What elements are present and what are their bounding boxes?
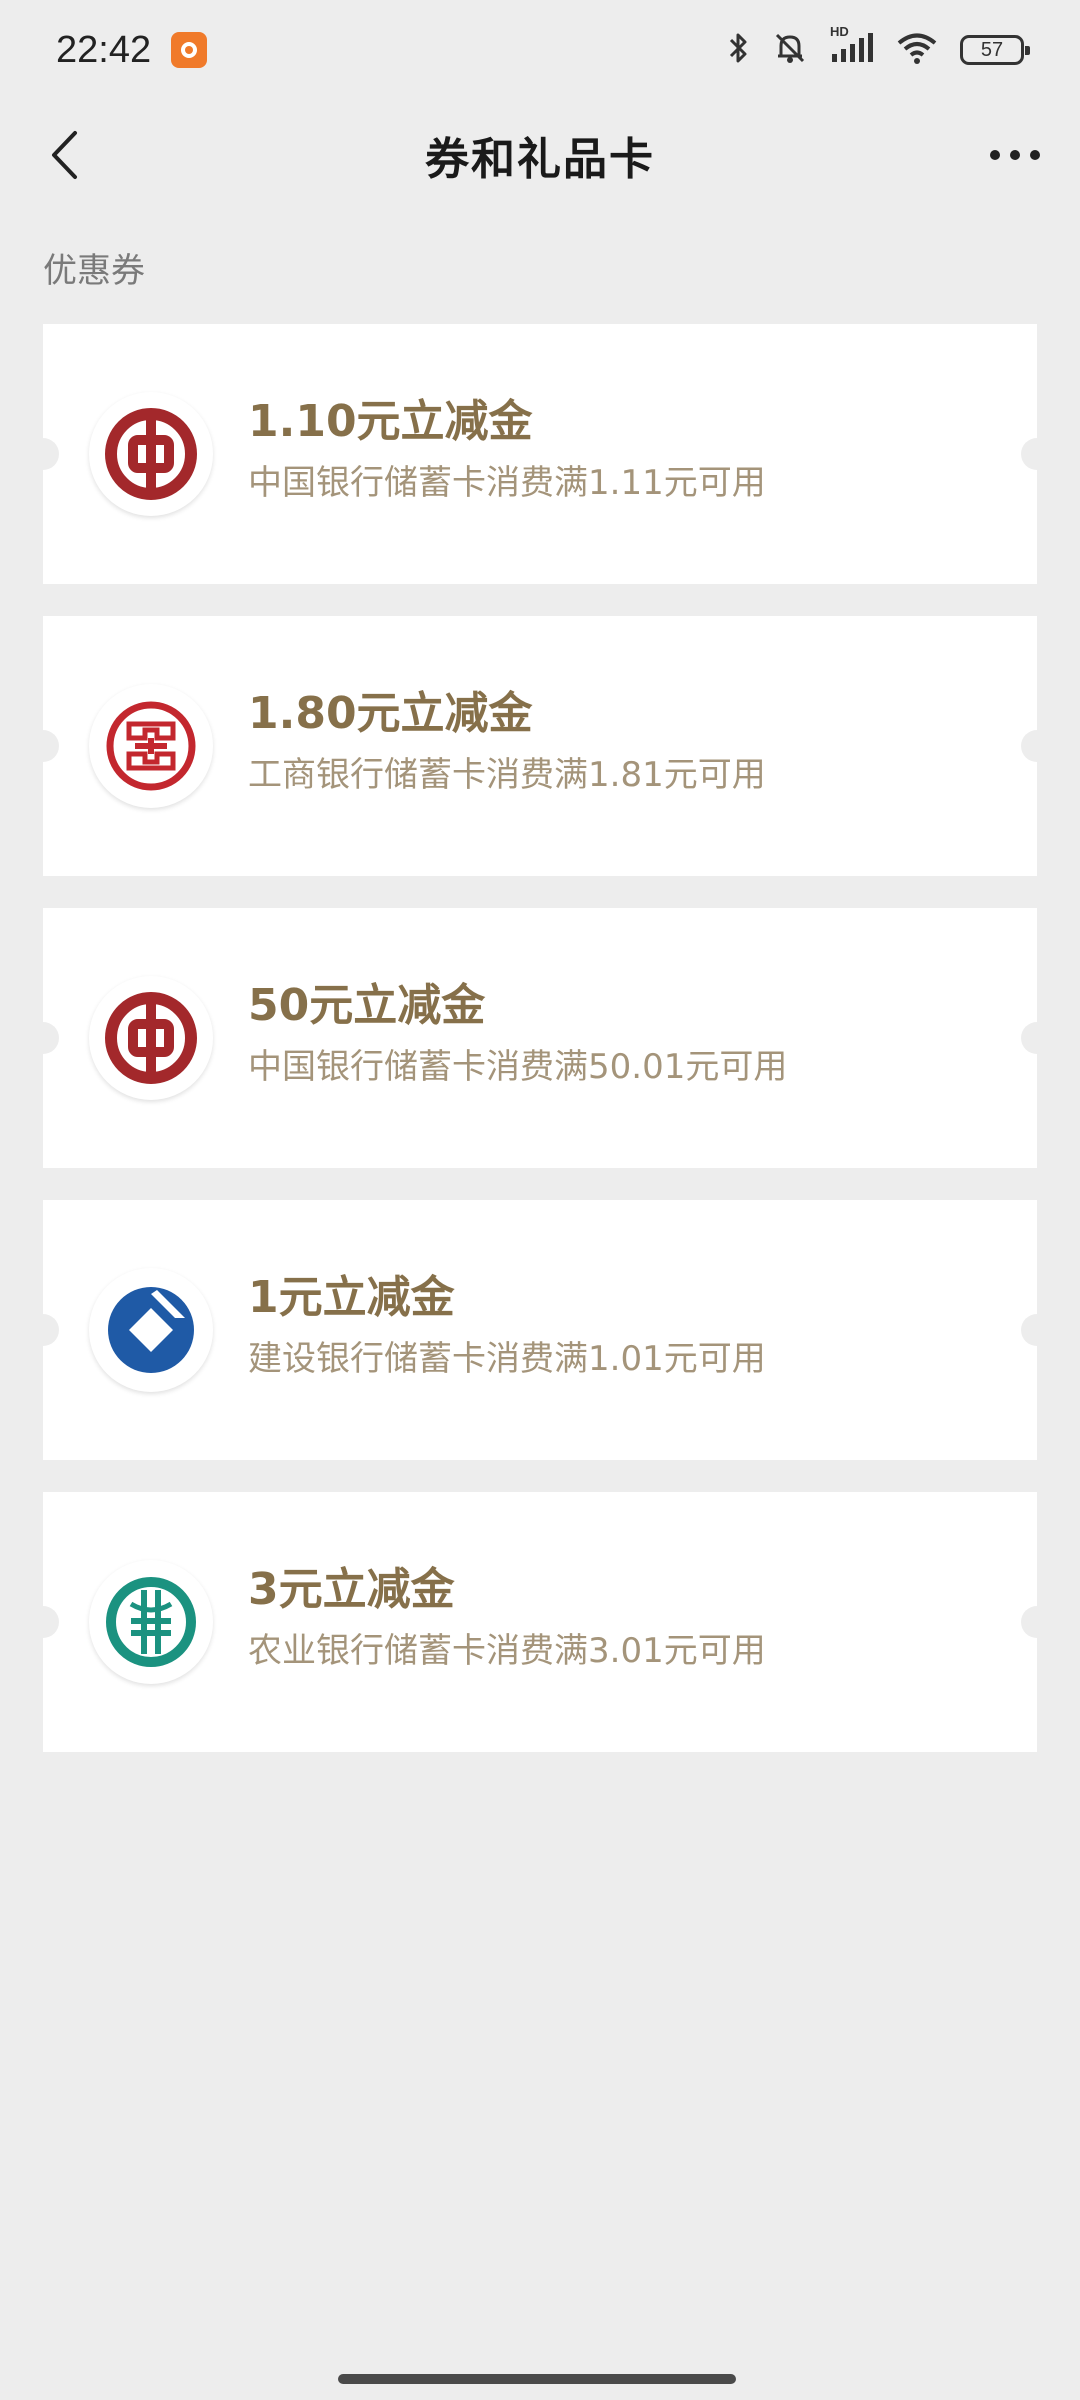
coupon-description: 农业银行储蓄卡消费满3.01元可用 — [248, 1631, 766, 1671]
status-left: 22:42 — [56, 28, 208, 72]
coupon-list: 1.10元立减金 中国银行储蓄卡消费满1.11元可用 1.80元立减金 工商银行… — [27, 324, 1053, 1784]
boc-logo-icon — [89, 392, 213, 516]
coupon-title: 1元立减金 — [248, 1272, 455, 1323]
battery-icon: 57 — [960, 35, 1030, 65]
coupon-text: 50元立减金 中国银行储蓄卡消费满50.01元可用 — [248, 978, 787, 1092]
coupon-text: 1.80元立减金 工商银行储蓄卡消费满1.81元可用 — [248, 686, 766, 800]
status-time: 22:42 — [56, 28, 152, 71]
coupon-text: 1.10元立减金 中国银行储蓄卡消费满1.11元可用 — [248, 394, 766, 508]
hd-label: HD — [830, 24, 849, 39]
section-label-coupons: 优惠券 — [43, 251, 145, 291]
coupon-card[interactable]: 1.10元立减金 中国银行储蓄卡消费满1.11元可用 — [27, 324, 1053, 584]
coupon-card[interactable]: 3元立减金 农业银行储蓄卡消费满3.01元可用 — [27, 1492, 1053, 1752]
coupon-description: 工商银行储蓄卡消费满1.81元可用 — [248, 755, 766, 795]
coupon-title: 1.10元立减金 — [248, 396, 533, 447]
signal-icon: HD — [830, 24, 874, 70]
wifi-icon — [896, 30, 938, 70]
coupon-notch — [1021, 1314, 1053, 1346]
coupon-notch — [1021, 1022, 1053, 1054]
coupon-description: 建设银行储蓄卡消费满1.01元可用 — [248, 1339, 766, 1379]
icbc-logo-icon — [89, 684, 213, 808]
coupon-text: 3元立减金 农业银行储蓄卡消费满3.01元可用 — [248, 1562, 766, 1676]
coupon-text: 1元立减金 建设银行储蓄卡消费满1.01元可用 — [248, 1270, 766, 1384]
coupon-title: 50元立减金 — [248, 980, 486, 1031]
coupon-notch — [27, 1022, 59, 1054]
coupon-notch — [1021, 438, 1053, 470]
bluetooth-icon — [726, 30, 750, 70]
coupon-description: 中国银行储蓄卡消费满1.11元可用 — [248, 463, 766, 503]
more-dot — [1010, 150, 1020, 160]
more-button[interactable] — [980, 130, 1050, 180]
coupon-notch — [27, 1606, 59, 1638]
back-button[interactable] — [34, 122, 94, 188]
coupon-notch — [1021, 1606, 1053, 1638]
coupon-card[interactable]: 1元立减金 建设银行储蓄卡消费满1.01元可用 — [27, 1200, 1053, 1460]
coupon-notch — [27, 730, 59, 762]
abc-logo-icon — [89, 1560, 213, 1684]
coupon-title: 1.80元立减金 — [248, 688, 533, 739]
mute-bell-icon — [772, 30, 808, 70]
ccb-logo-icon — [89, 1268, 213, 1392]
coupon-card[interactable]: 1.80元立减金 工商银行储蓄卡消费满1.81元可用 — [27, 616, 1053, 876]
boc-logo-icon — [89, 976, 213, 1100]
status-bar: 22:42 HD 57 — [0, 0, 1080, 100]
page: 22:42 HD 57 券和礼品卡 优惠券 1.10元立减金 中国银行储蓄卡消费… — [0, 0, 1080, 2400]
page-title: 券和礼品卡 — [425, 134, 655, 185]
coupon-title: 3元立减金 — [248, 1564, 455, 1615]
more-dot — [990, 150, 1000, 160]
app-notification-icon — [171, 32, 208, 68]
coupon-notch — [1021, 730, 1053, 762]
status-right: HD 57 — [726, 24, 1030, 70]
more-dot — [1030, 150, 1040, 160]
battery-level: 57 — [980, 38, 1004, 61]
coupon-description: 中国银行储蓄卡消费满50.01元可用 — [248, 1047, 788, 1087]
nav-bar: 券和礼品卡 — [0, 100, 1080, 210]
chevron-left-icon — [52, 131, 77, 179]
coupon-card[interactable]: 50元立减金 中国银行储蓄卡消费满50.01元可用 — [27, 908, 1053, 1168]
home-indicator[interactable] — [338, 2374, 736, 2384]
coupon-notch — [27, 1314, 59, 1346]
coupon-notch — [27, 438, 59, 470]
